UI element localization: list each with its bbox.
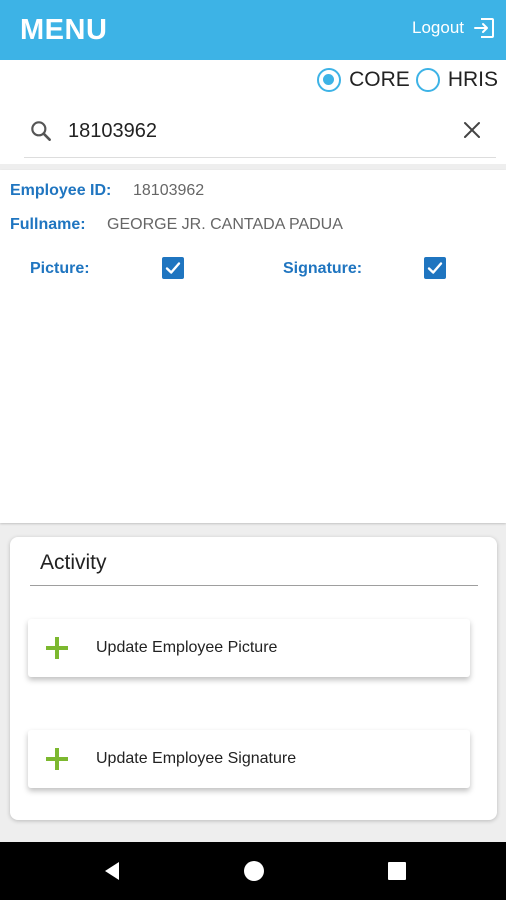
activity-divider [30,585,478,586]
radio-selected-icon [317,68,342,92]
checkmark-icon [165,262,181,274]
activity-title: Activity [40,551,107,574]
radio-core[interactable]: CORE [317,68,410,92]
activity-card: Activity Update Employee Picture Update … [10,537,497,820]
update-signature-button[interactable]: Update Employee Signature [28,730,470,788]
logout-icon [474,18,494,38]
update-picture-label: Update Employee Picture [96,639,278,656]
home-icon[interactable] [243,860,265,882]
search-icon [31,121,51,141]
system-nav-bar [0,842,506,900]
employee-id-value: 18103962 [133,182,205,199]
radio-unselected-icon [415,68,440,92]
radio-hris-label: HRIS [447,68,498,91]
fullname-label: Fullname: [10,216,86,233]
update-signature-label: Update Employee Signature [96,750,297,767]
signature-label: Signature: [283,260,363,277]
search-bar [24,106,496,158]
fullname-value: GEORGE JR. CANTADA PADUA [107,216,343,233]
app-bar: MENU Logout [0,0,506,60]
picture-checkbox[interactable] [162,257,184,279]
logout-button[interactable]: Logout [412,16,496,40]
fullname-row: Fullname: [10,216,86,234]
update-picture-button[interactable]: Update Employee Picture [28,619,470,677]
employee-info-panel: Employee ID: 18103962 Fullname: GEORGE J… [0,170,506,523]
radio-hris[interactable]: HRIS [415,68,498,92]
source-toggle: CORE HRIS [311,68,498,92]
recents-icon[interactable] [386,860,408,882]
employee-id-row: Employee ID: [10,182,111,200]
close-icon[interactable] [460,118,484,142]
plus-icon [46,637,68,659]
search-input[interactable] [68,114,448,148]
back-icon[interactable] [101,860,123,882]
plus-icon [46,748,68,770]
radio-core-label: CORE [349,68,410,91]
search-panel: CORE HRIS [0,60,506,164]
app-title: MENU [20,14,108,46]
logout-label: Logout [412,18,464,37]
signature-checkbox[interactable] [424,257,446,279]
employee-id-label: Employee ID: [10,182,112,199]
picture-label: Picture: [30,260,90,277]
checkmark-icon [427,262,443,274]
